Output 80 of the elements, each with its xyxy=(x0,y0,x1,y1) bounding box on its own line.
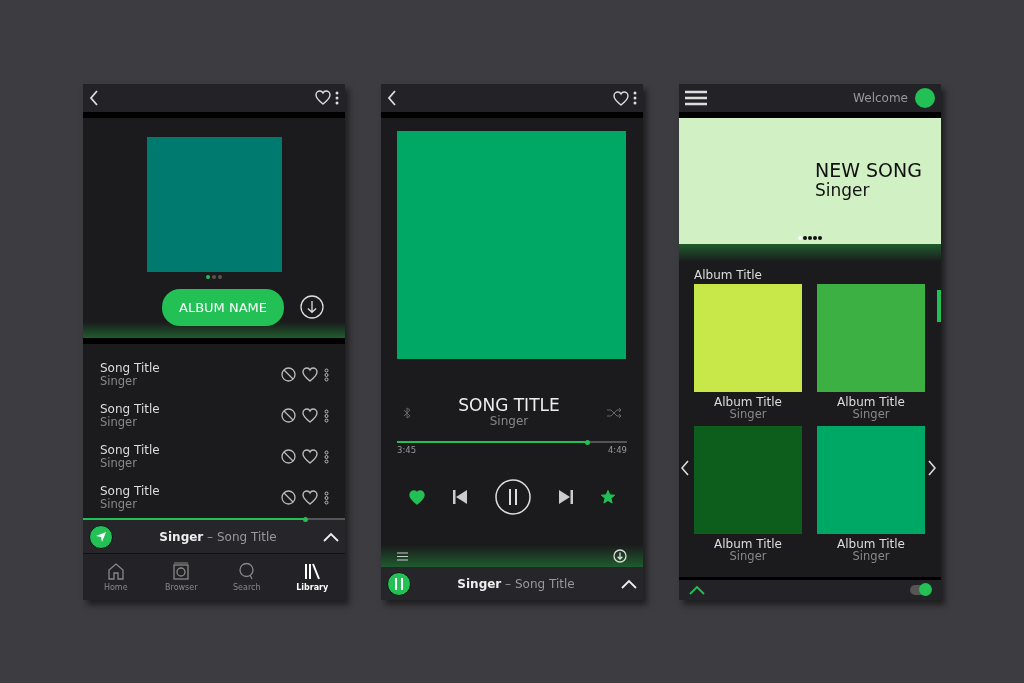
album-singer: Singer xyxy=(852,408,890,420)
search-icon[interactable] xyxy=(237,562,256,580)
total-time: 4:49 xyxy=(607,445,627,455)
block-icon[interactable] xyxy=(281,367,296,382)
back-icon[interactable] xyxy=(387,90,397,106)
song-singer: Singer xyxy=(489,413,529,429)
chevron-left-icon[interactable] xyxy=(681,460,689,476)
library-icon[interactable] xyxy=(303,562,322,580)
album-title: Album Title xyxy=(714,538,782,550)
album-singer: Singer xyxy=(729,550,767,562)
nav-tab[interactable]: Search xyxy=(214,554,280,600)
album-singer: Singer xyxy=(852,550,890,562)
section-title: Album Title xyxy=(694,268,763,282)
page-dot[interactable] xyxy=(818,236,822,240)
more-icon[interactable] xyxy=(335,90,339,105)
bluetooth-icon[interactable] xyxy=(403,407,411,419)
heart-icon[interactable] xyxy=(302,449,318,464)
song-title: Song Title xyxy=(100,484,160,498)
song-singer: Singer xyxy=(100,456,138,470)
nav-tab[interactable]: Library xyxy=(279,554,345,600)
album-name-button[interactable]: ALBUM NAME xyxy=(162,288,284,326)
more-icon[interactable] xyxy=(633,91,637,105)
scrollbar[interactable] xyxy=(937,290,941,322)
toggle-switch[interactable] xyxy=(910,585,930,595)
song-title: Song Title xyxy=(100,402,160,416)
menu-icon[interactable] xyxy=(685,90,707,106)
heart-icon[interactable] xyxy=(315,90,331,106)
next-icon[interactable] xyxy=(559,490,573,504)
download-icon[interactable] xyxy=(613,549,627,563)
page-dot[interactable] xyxy=(212,274,216,279)
nav-tab[interactable]: Home xyxy=(83,554,149,600)
avatar-icon[interactable] xyxy=(915,88,935,108)
page-dot[interactable] xyxy=(206,274,210,279)
album-title: Album Title xyxy=(837,538,905,550)
more-icon[interactable] xyxy=(324,449,329,464)
more-icon[interactable] xyxy=(324,408,329,423)
star-icon[interactable] xyxy=(601,490,615,504)
page-dot[interactable] xyxy=(218,274,222,279)
block-icon[interactable] xyxy=(281,449,296,464)
page-dot[interactable] xyxy=(808,236,812,240)
radio-icon[interactable] xyxy=(172,562,191,580)
back-icon[interactable] xyxy=(89,89,99,106)
page-dot[interactable] xyxy=(813,236,817,240)
more-icon[interactable] xyxy=(324,490,329,505)
song-singer: Singer xyxy=(100,497,138,511)
song-singer: Singer xyxy=(100,415,138,429)
banner-title: NEW SONG xyxy=(815,160,923,180)
pause-button[interactable] xyxy=(387,571,411,596)
more-icon[interactable] xyxy=(324,367,329,382)
block-icon[interactable] xyxy=(281,490,296,505)
song-title: Song Title xyxy=(100,361,160,375)
album-title: Album Title xyxy=(714,396,782,408)
nav-tab[interactable]: Browser xyxy=(148,554,214,600)
song-title: Song Title xyxy=(100,443,160,457)
song-singer: Singer xyxy=(100,374,138,388)
welcome-text: Welcome xyxy=(853,91,908,105)
home-icon[interactable] xyxy=(106,562,125,580)
shuffle-icon[interactable] xyxy=(607,408,621,418)
heart-icon[interactable] xyxy=(613,90,629,106)
chevron-up-icon[interactable] xyxy=(689,585,705,595)
chevron-right-icon[interactable] xyxy=(928,460,936,476)
banner-singer: Singer xyxy=(815,180,871,200)
download-icon[interactable] xyxy=(300,295,324,320)
heart-icon[interactable] xyxy=(302,367,318,382)
previous-icon[interactable] xyxy=(453,490,467,504)
heart-icon[interactable] xyxy=(302,490,318,505)
banner[interactable]: NEW SONG Singer xyxy=(679,118,941,244)
elapsed-time: 3:45 xyxy=(397,445,417,455)
block-icon[interactable] xyxy=(281,408,296,423)
page-dot[interactable] xyxy=(803,236,807,240)
now-playing-text: Singer – Song Title xyxy=(158,529,278,544)
page-dot[interactable] xyxy=(798,236,802,240)
like-icon[interactable] xyxy=(409,489,425,505)
album-title: Album Title xyxy=(837,396,905,408)
play-button[interactable] xyxy=(89,524,113,549)
now-playing-text: Singer – Song Title xyxy=(456,576,576,591)
heart-icon[interactable] xyxy=(302,408,318,423)
album-singer: Singer xyxy=(729,408,767,420)
list-icon[interactable] xyxy=(397,551,408,561)
song-title: SONG TITLE xyxy=(458,397,560,413)
